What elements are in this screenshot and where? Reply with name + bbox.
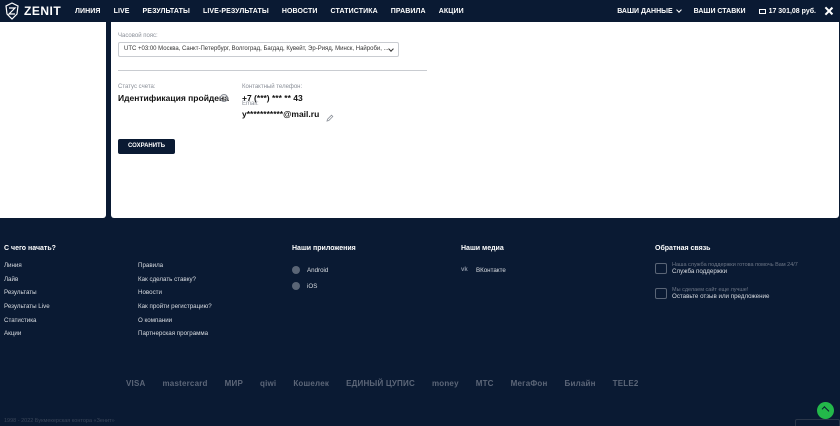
vk-icon: vk (461, 267, 468, 273)
footer-apps-column: Наши приложения Android iOS (292, 245, 356, 294)
chevron-down-icon (675, 6, 682, 13)
save-button[interactable]: СОХРАНИТЬ (118, 139, 175, 154)
nav-item-promotions[interactable]: АКЦИИ (439, 8, 464, 15)
payment-tele2-logo: TELE2 (612, 379, 639, 388)
payment-visa-logo: VISA (126, 379, 146, 388)
account-status-label: Статус счета: (118, 84, 156, 90)
payment-methods: VISA mastercard МИР qiwi Кошелек ЕДИНЫЙ … (126, 379, 656, 388)
footer-media-column: Наши медиа vk ВКонтакте (461, 245, 506, 278)
support-label: Служба поддержки (672, 268, 728, 275)
media-vk-label: ВКонтакте (476, 266, 506, 274)
email-label: Email: (242, 101, 259, 107)
close-icon[interactable] (822, 4, 836, 18)
nav-item-line[interactable]: ЛИНИЯ (75, 8, 101, 15)
your-data-label: ВАШИ ДАННЫЕ (617, 7, 673, 15)
nav-item-news[interactable]: НОВОСТИ (282, 8, 318, 15)
site-footer: С чего начать? Линия Лайв Результаты Рез… (0, 225, 840, 426)
footer-link-about[interactable]: О компании (138, 317, 212, 331)
payment-koshelek-logo: Кошелек (293, 379, 330, 388)
support-link[interactable]: Наша служба поддержки готова помочь Вам … (655, 262, 798, 275)
phone-label: Контактный телефон: (242, 84, 303, 90)
footer-link-results[interactable]: Результаты (4, 289, 56, 303)
footer-start-title: С чего начать? (4, 245, 56, 252)
account-menu: ВАШИ ДАННЫЕ ВАШИ СТАВКИ 17 301,08 руб. (617, 0, 840, 22)
phone-icon (655, 263, 667, 274)
balance-value: 17 301,08 руб. (768, 7, 816, 15)
apple-icon (292, 282, 300, 290)
footer-link-news[interactable]: Новости (138, 289, 212, 303)
balance-display[interactable]: 17 301,08 руб. (758, 7, 816, 15)
nav-item-live[interactable]: LIVE (114, 8, 130, 15)
footer-link-results-live[interactable]: Результаты Live (4, 303, 56, 317)
envelope-icon (655, 288, 667, 299)
footer-link-how-to-bet[interactable]: Как сделать ставку? (138, 276, 212, 290)
chevron-down-icon (388, 46, 394, 52)
android-icon (292, 266, 300, 274)
nav-item-live-results[interactable]: LIVE-РЕЗУЛЬТАТЫ (203, 8, 269, 15)
nav-item-rules[interactable]: ПРАВИЛА (391, 8, 426, 15)
footer-link-line[interactable]: Линия (4, 262, 56, 276)
timezone-value: UTC +03:00 Москва, Санкт-Петербург, Волг… (124, 46, 389, 52)
footer-media-title: Наши медиа (461, 245, 504, 252)
corner-widget[interactable] (795, 419, 840, 426)
footer-start-column: С чего начать? Линия Лайв Результаты Рез… (4, 245, 56, 344)
main-menu: ЛИНИЯ LIVE РЕЗУЛЬТАТЫ LIVE-РЕЗУЛЬТАТЫ НО… (75, 8, 477, 15)
profile-sidebar (0, 22, 106, 218)
review-label: Оставьте отзыв или предложение (672, 293, 770, 300)
payment-mts-logo: МТС (475, 379, 494, 388)
media-vk-link[interactable]: vk ВКонтакте (461, 262, 506, 278)
your-data-dropdown[interactable]: ВАШИ ДАННЫЕ (617, 6, 682, 15)
app-ios-link[interactable]: iOS (292, 278, 356, 294)
top-navigation: ZENIT ЛИНИЯ LIVE РЕЗУЛЬТАТЫ LIVE-РЕЗУЛЬТ… (0, 0, 840, 22)
footer-link-promotions[interactable]: Акции (4, 330, 56, 344)
payment-beeline-logo: Билайн (564, 379, 596, 388)
payment-mastercard-logo: mastercard (162, 379, 208, 388)
pencil-icon[interactable] (326, 109, 334, 122)
account-status-value: Идентификация пройдена (118, 93, 229, 103)
wallet-icon (758, 8, 766, 14)
footer-link-registration[interactable]: Как пройти регистрацию? (138, 303, 212, 317)
payment-qiwi-logo: qiwi (259, 379, 277, 388)
brand-logo[interactable]: ZENIT (4, 2, 70, 20)
footer-feedback-title: Обратная связь (655, 245, 711, 252)
copyright-text: 1998 - 2022 Букмекерская контора «Зенит» (4, 418, 115, 424)
payment-yoomoney-logo: money (431, 379, 459, 388)
profile-settings-panel: Часовой пояс: UTC +03:00 Москва, Санкт-П… (111, 22, 839, 218)
email-value: y***********@mail.ru (242, 109, 320, 119)
chat-icon[interactable] (817, 402, 834, 419)
footer-link-statistics[interactable]: Статистика (4, 317, 56, 331)
nav-item-results[interactable]: РЕЗУЛЬТАТЫ (143, 8, 190, 15)
payment-mir-logo: МИР (224, 379, 243, 388)
review-link[interactable]: Мы сделаем сайт еще лучше! Оставьте отзы… (655, 287, 798, 300)
app-android-link[interactable]: Android (292, 262, 356, 278)
footer-link-partner[interactable]: Партнерская программа (138, 330, 212, 344)
footer-link-rules[interactable]: Правила (138, 262, 212, 276)
page-root: ZENIT ЛИНИЯ LIVE РЕЗУЛЬТАТЫ LIVE-РЕЗУЛЬТ… (0, 0, 840, 426)
brand-name: ZENIT (24, 4, 62, 18)
footer-link-live[interactable]: Лайв (4, 276, 56, 290)
app-ios-label: iOS (307, 282, 318, 290)
payment-cupis-logo: ЕДИНЫЙ ЦУПИС (346, 379, 415, 388)
timezone-label: Часовой пояс: (118, 33, 158, 39)
payment-megafon-logo: МегаФон (510, 379, 548, 388)
footer-apps-title: Наши приложения (292, 245, 356, 252)
zenit-emblem-icon (4, 2, 20, 20)
your-bets-link[interactable]: ВАШИ СТАВКИ (694, 8, 746, 15)
section-divider (118, 70, 427, 71)
nav-item-statistics[interactable]: СТАТИСТИКА (331, 8, 378, 15)
footer-feedback-column: Обратная связь Наша служба поддержки гот… (655, 245, 798, 312)
info-icon[interactable]: i (220, 94, 228, 102)
footer-info-column: Правила Как сделать ставку? Новости Как … (138, 262, 212, 344)
timezone-select[interactable]: UTC +03:00 Москва, Санкт-Петербург, Волг… (118, 42, 399, 57)
app-android-label: Android (307, 266, 329, 274)
